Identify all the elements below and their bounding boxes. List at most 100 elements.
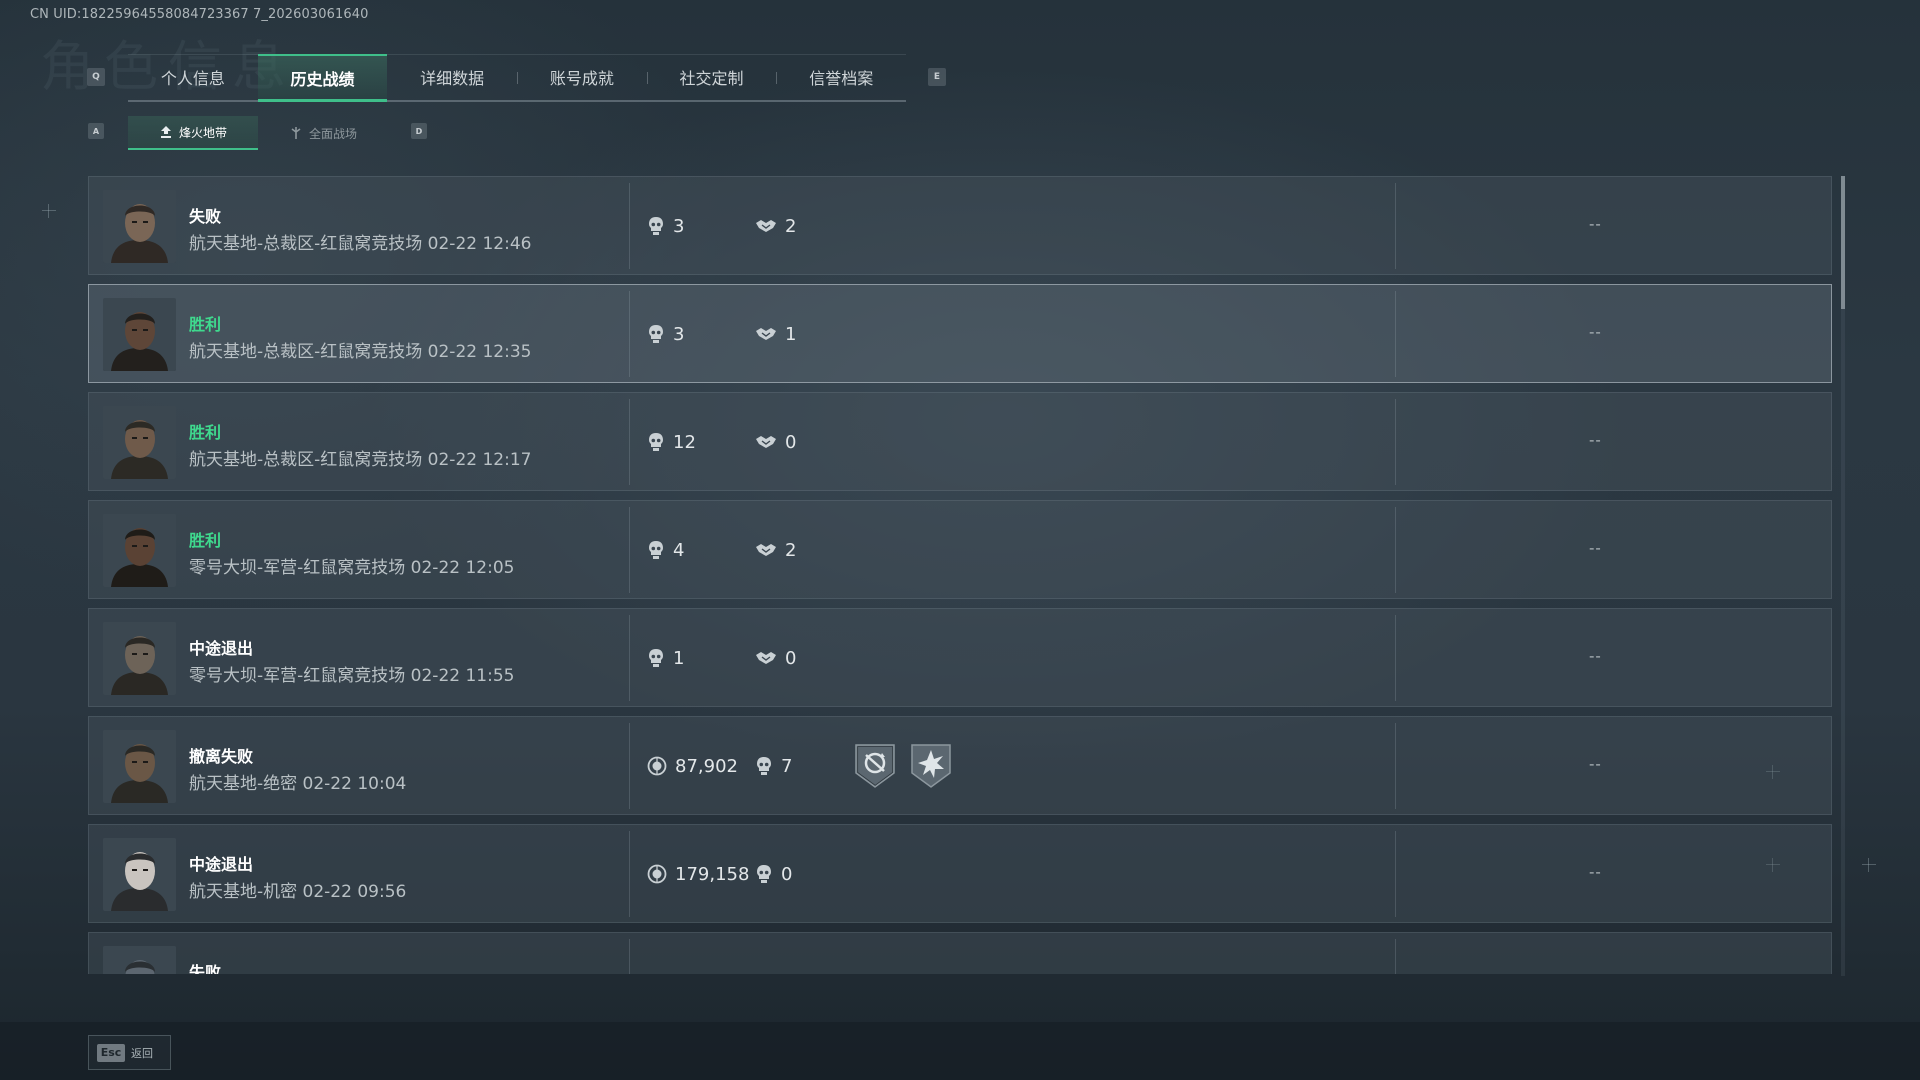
skull-icon	[647, 540, 665, 560]
scrollbar-thumb[interactable]	[1841, 176, 1845, 309]
prev-subtab-key[interactable]: A	[88, 123, 104, 139]
handshake-icon	[755, 326, 777, 342]
operator-avatar	[103, 946, 176, 974]
stat-secondary: 7	[755, 754, 792, 778]
stat-primary: 1	[647, 646, 684, 670]
back-button[interactable]: Esc 返回	[88, 1035, 171, 1070]
stat-primary-value: 87,902	[675, 755, 738, 777]
decor-cross	[1862, 858, 1876, 872]
match-row[interactable]: 中途退出 航天基地-机密 02-22 09:56 179,158 0 --	[88, 824, 1832, 923]
stat-secondary: 0	[755, 430, 796, 454]
extra-value: --	[1589, 215, 1602, 233]
stat-primary-value: 179,158	[675, 863, 750, 885]
esc-key: Esc	[97, 1043, 125, 1062]
mode-subtabs: 烽火地带 全面战场	[128, 116, 388, 150]
match-row[interactable]: 胜利 航天基地-总裁区-红鼠窝竞技场 02-22 12:17 12 0 --	[88, 392, 1832, 491]
operator-avatar	[103, 406, 176, 479]
stat-primary-value: 3	[673, 215, 685, 237]
match-row[interactable]: 中途退出 零号大坝-军营-红鼠窝竞技场 02-22 11:55 1 0 --	[88, 608, 1832, 707]
column-divider	[1395, 399, 1396, 485]
stat-primary: 87,902	[647, 754, 738, 778]
coin-icon	[647, 864, 667, 884]
stat-secondary-value: 1	[785, 323, 797, 345]
match-row[interactable]: 撤离失败 航天基地-绝密 02-22 10:04 87,902 7 --	[88, 716, 1832, 815]
tab-achievements[interactable]: 账号成就	[517, 54, 647, 100]
tab-detailed-data[interactable]: 详细数据	[387, 54, 517, 100]
match-result: 中途退出	[189, 639, 254, 658]
skull-icon	[647, 432, 665, 452]
match-row[interactable]: 胜利 航天基地-总裁区-红鼠窝竞技场 02-22 12:35 3 1 --	[88, 284, 1832, 383]
handshake-icon	[755, 650, 777, 666]
stat-primary-value: 3	[673, 323, 685, 345]
tab-social-custom[interactable]: 社交定制	[646, 54, 777, 100]
back-label: 返回	[131, 1046, 153, 1060]
column-divider	[629, 183, 630, 269]
match-result: 失败	[189, 207, 222, 226]
match-history-list[interactable]: 失败 航天基地-总裁区-红鼠窝竞技场 02-22 12:46 3 2 -- 胜利 航天基地-…	[88, 176, 1832, 974]
column-divider	[1395, 831, 1396, 917]
stat-primary: 4	[647, 538, 684, 562]
skull-icon	[647, 324, 665, 344]
operator-avatar	[103, 622, 176, 695]
match-result: 胜利	[189, 423, 222, 442]
operator-avatar	[103, 838, 176, 911]
stat-primary-value: 4	[673, 539, 685, 561]
column-divider	[629, 399, 630, 485]
tab-match-history[interactable]: 历史战绩	[257, 54, 388, 102]
stat-primary: 12	[647, 430, 696, 454]
match-row[interactable]: 失败	[88, 932, 1832, 974]
match-map-time: 航天基地-绝密 02-22 10:04	[189, 774, 407, 794]
burst-badge-icon[interactable]	[908, 741, 954, 791]
column-divider	[629, 615, 630, 701]
subtab-battlefield[interactable]: 全面战场	[258, 116, 388, 150]
operator-avatar	[103, 298, 176, 371]
match-map-time: 航天基地-总裁区-红鼠窝竞技场 02-22 12:46	[189, 234, 532, 254]
subtab-flame-zone[interactable]: 烽火地带	[128, 116, 258, 150]
rotation-badge-icon[interactable]	[852, 741, 898, 791]
prev-tab-key[interactable]: Q	[87, 68, 105, 86]
handshake-icon	[755, 218, 777, 234]
tab-personal-info[interactable]: 个人信息	[128, 54, 258, 100]
match-row[interactable]: 失败航天基地-总裁区-红鼠窝竞技场 02-22 12:46 3 2 --	[88, 176, 1832, 275]
column-divider	[629, 291, 630, 377]
column-divider	[1395, 939, 1396, 974]
column-divider	[629, 939, 630, 974]
stat-secondary: 0	[755, 862, 792, 886]
stat-primary-value: 1	[673, 647, 685, 669]
battlefield-icon	[289, 126, 303, 140]
stat-secondary: 2	[755, 538, 796, 562]
skull-icon	[647, 648, 665, 668]
extra-value: --	[1589, 323, 1602, 341]
skull-icon	[647, 216, 665, 236]
extra-value: --	[1589, 431, 1602, 449]
extra-value: --	[1589, 539, 1602, 557]
list-scrollbar[interactable]	[1841, 176, 1845, 976]
operator-avatar	[103, 730, 176, 803]
stat-primary: 179,158	[647, 862, 749, 886]
coin-icon	[647, 756, 667, 776]
column-divider	[629, 723, 630, 809]
skull-icon	[755, 864, 773, 884]
match-result: 撤离失败	[189, 747, 254, 766]
stat-secondary-value: 2	[785, 539, 797, 561]
next-tab-key[interactable]: E	[928, 68, 946, 86]
match-row[interactable]: 胜利 零号大坝-军营-红鼠窝竞技场 02-22 12:05 4 2 --	[88, 500, 1832, 599]
match-map-time: 零号大坝-军营-红鼠窝竞技场 02-22 12:05	[189, 558, 515, 578]
match-result: 失败	[189, 963, 222, 974]
tab-reputation[interactable]: 信誉档案	[776, 54, 906, 100]
column-divider	[1395, 615, 1396, 701]
column-divider	[1395, 183, 1396, 269]
stat-secondary: 1	[755, 322, 796, 346]
stat-secondary-value: 2	[785, 215, 797, 237]
stat-secondary: 0	[755, 646, 796, 670]
stat-secondary: 2	[755, 214, 796, 238]
bottom-bar	[0, 1022, 1920, 1080]
flame-zone-icon	[159, 125, 173, 139]
column-divider	[629, 831, 630, 917]
player-uid: CN UID:18225964558084723367 7_2026030616…	[30, 7, 369, 22]
column-divider	[1395, 507, 1396, 593]
next-subtab-key[interactable]: D	[411, 123, 427, 139]
stat-primary-value: 12	[673, 431, 696, 453]
subtab-label: 全面战场	[308, 126, 357, 141]
stat-secondary-value: 7	[781, 755, 793, 777]
